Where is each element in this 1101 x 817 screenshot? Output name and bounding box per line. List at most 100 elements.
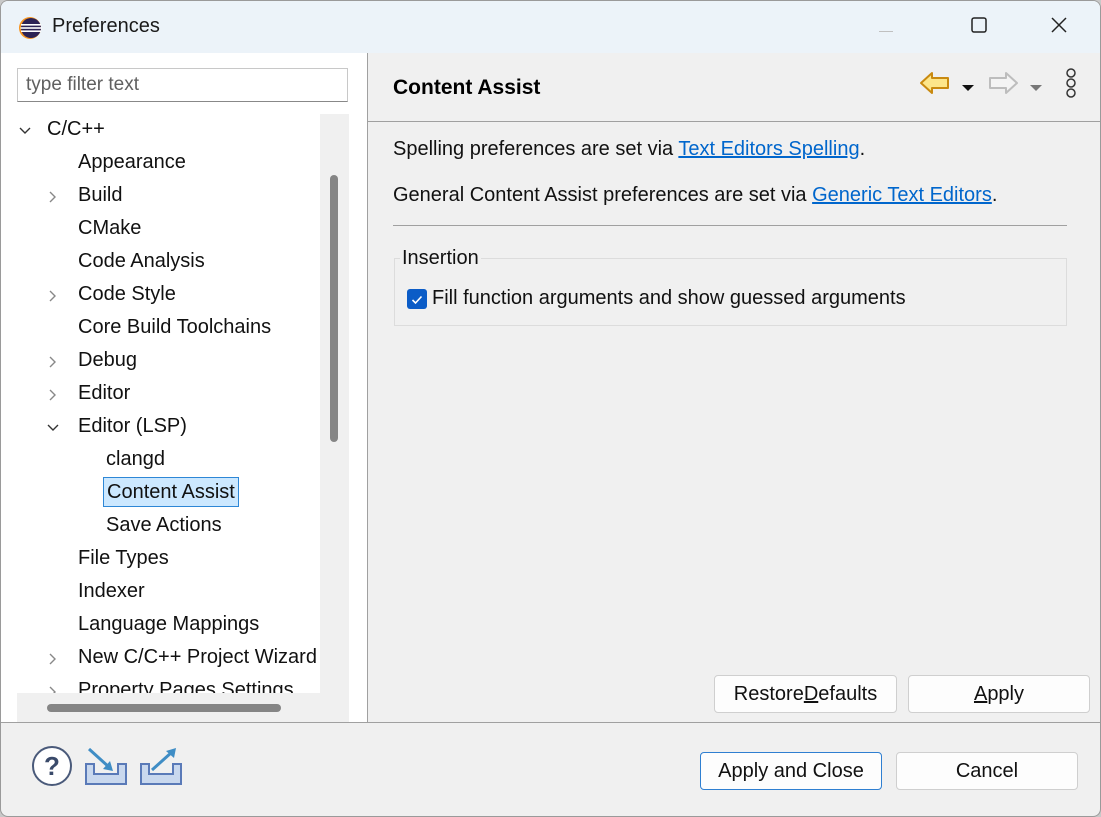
forward-arrow-icon xyxy=(987,71,1019,101)
tree-item-label: Editor (LSP) xyxy=(78,415,187,437)
close-icon xyxy=(1051,16,1067,39)
tree-item[interactable]: CMake xyxy=(17,213,320,246)
footer-separator xyxy=(1,722,1100,723)
dropdown-icon xyxy=(962,75,974,98)
back-arrow-icon xyxy=(919,71,951,101)
chevron-right-icon[interactable] xyxy=(45,180,61,213)
restore-defaults-button[interactable]: Restore Defaults xyxy=(714,675,897,713)
fill-arguments-checkbox[interactable] xyxy=(407,289,427,309)
dropdown-icon xyxy=(1030,75,1042,98)
restore-defaults-mnemonic: D xyxy=(803,682,819,705)
horizontal-scrollbar-thumb[interactable] xyxy=(47,704,281,712)
spelling-info: Spelling preferences are set via Text Ed… xyxy=(393,138,865,161)
export-button[interactable] xyxy=(138,746,184,792)
general-info-period: . xyxy=(991,184,998,206)
chevron-right-icon[interactable] xyxy=(45,279,61,312)
insertion-group-label: Insertion xyxy=(400,247,481,270)
tree-item-label: Code Style xyxy=(78,283,176,305)
minimize-icon xyxy=(879,16,893,39)
fill-arguments-label[interactable]: Fill function arguments and show guessed… xyxy=(432,287,906,310)
header-separator xyxy=(368,121,1100,122)
forward-history-dropdown[interactable] xyxy=(1027,71,1045,101)
spelling-info-text: Spelling preferences are set via xyxy=(393,138,679,160)
tree-item-label: clangd xyxy=(106,448,165,470)
tree-item[interactable]: Editor (LSP) xyxy=(17,411,320,444)
vertical-scrollbar-thumb[interactable] xyxy=(330,175,338,442)
tree-item-label: Indexer xyxy=(78,580,145,602)
general-info-text: General Content Assist preferences are s… xyxy=(393,184,813,206)
eclipse-logo-icon xyxy=(18,16,42,40)
tree-item-label: CMake xyxy=(78,217,142,239)
tree-item-label: Editor xyxy=(78,382,131,404)
tree-item-label: Build xyxy=(78,184,123,206)
export-icon xyxy=(138,746,184,792)
tree-item-label: C/C++ xyxy=(47,118,105,140)
back-history-dropdown[interactable] xyxy=(959,71,977,101)
preferences-dialog: Preferences C/C++ Appearance Build CMake Cod… xyxy=(0,0,1101,817)
tree-item[interactable]: C/C++ xyxy=(17,114,320,147)
import-icon xyxy=(83,746,129,792)
tree-item[interactable]: Appearance xyxy=(17,147,320,180)
tree-item[interactable]: Save Actions xyxy=(17,510,320,543)
tree-item-label: File Types xyxy=(78,547,169,569)
chevron-right-icon[interactable] xyxy=(45,675,61,694)
preferences-sidebar: C/C++ Appearance Build CMake Code Analysis Co… xyxy=(1,53,367,723)
apply-mnemonic: A xyxy=(973,682,988,705)
apply-label: pply xyxy=(987,682,1025,705)
chevron-right-icon[interactable] xyxy=(45,378,61,411)
page-title: Content Assist xyxy=(393,76,541,99)
window-title: Preferences xyxy=(52,15,160,37)
tree-item[interactable]: Content Assist xyxy=(17,477,320,510)
chevron-right-icon[interactable] xyxy=(45,345,61,378)
tree-item[interactable]: Code Style xyxy=(17,279,320,312)
restore-defaults-label-pre: Restore xyxy=(733,682,804,705)
cancel-button[interactable]: Cancel xyxy=(896,752,1078,790)
maximize-icon xyxy=(971,16,987,39)
tree-item[interactable]: New C/C++ Project Wizard xyxy=(17,642,320,675)
tree-item[interactable]: clangd xyxy=(17,444,320,477)
generic-text-editors-link[interactable]: Generic Text Editors xyxy=(812,184,992,206)
tree-item-label: Code Analysis xyxy=(78,250,205,272)
chevron-down-icon[interactable] xyxy=(17,114,33,147)
tree-item-label: Core Build Toolchains xyxy=(78,316,272,338)
tree-item-label: New C/C++ Project Wizard xyxy=(78,646,317,668)
chevron-down-icon[interactable] xyxy=(45,411,61,444)
forward-button[interactable] xyxy=(985,71,1021,101)
text-editors-spelling-link[interactable]: Text Editors Spelling xyxy=(678,138,859,160)
more-vertical-icon xyxy=(1065,68,1077,104)
tree-item-label: Property Pages Settings xyxy=(78,679,294,694)
apply-and-close-button[interactable]: Apply and Close xyxy=(700,752,882,790)
chevron-right-icon[interactable] xyxy=(45,642,61,675)
tree-item-label: Content Assist xyxy=(103,477,239,507)
content-separator xyxy=(393,225,1067,226)
tree-item-label: Debug xyxy=(78,349,137,371)
panel-divider[interactable] xyxy=(367,53,368,723)
minimize-button[interactable] xyxy=(856,1,916,53)
general-info: General Content Assist preferences are s… xyxy=(393,184,997,207)
view-menu-button[interactable] xyxy=(1059,68,1083,104)
tree-item-label: Language Mappings xyxy=(78,613,260,635)
tree-item[interactable]: Language Mappings xyxy=(17,609,320,642)
import-button[interactable] xyxy=(83,746,129,792)
back-button[interactable] xyxy=(917,71,953,101)
tree-item[interactable]: Editor xyxy=(17,378,320,411)
apply-button[interactable]: Apply xyxy=(908,675,1090,713)
tree-item[interactable]: Core Build Toolchains xyxy=(17,312,320,345)
tree-item[interactable]: Build xyxy=(17,180,320,213)
filter-input[interactable] xyxy=(17,68,348,102)
tree-item[interactable]: Indexer xyxy=(17,576,320,609)
tree-item[interactable]: Code Analysis xyxy=(17,246,320,279)
title-bar: Preferences xyxy=(1,1,1100,53)
close-button[interactable] xyxy=(1029,1,1089,53)
tree-item[interactable]: Property Pages Settings xyxy=(17,675,320,694)
svg-text:?: ? xyxy=(44,751,60,781)
tree-item-label: Save Actions xyxy=(106,514,222,536)
maximize-button[interactable] xyxy=(949,1,1009,53)
restore-defaults-label-post: efaults xyxy=(818,682,878,705)
help-button[interactable]: ? xyxy=(29,746,75,792)
spelling-info-period: . xyxy=(859,138,866,160)
tree-item[interactable]: File Types xyxy=(17,543,320,576)
checkmark-icon xyxy=(411,288,423,311)
tree-item[interactable]: Debug xyxy=(17,345,320,378)
help-icon: ? xyxy=(31,745,73,793)
